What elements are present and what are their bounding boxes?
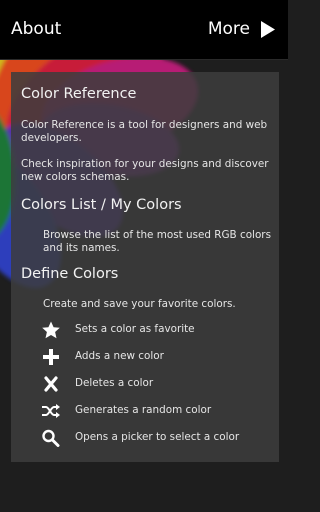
legend-row-delete: Deletes a color: [41, 374, 271, 394]
inspire-line2: new colors schemas.: [21, 171, 130, 183]
colors-list-desc-line2: and its names.: [43, 242, 120, 254]
about-panel: Color Reference Color Reference is a too…: [11, 72, 279, 462]
legend-label: Adds a new color: [75, 350, 164, 362]
title-colors-list: Colors List / My Colors: [21, 197, 182, 213]
legend-row-random: Generates a random color: [41, 401, 271, 421]
title-define-colors: Define Colors: [21, 266, 119, 282]
legend-label: Deletes a color: [75, 377, 154, 389]
inspire-line1: Check inspiration for your designs and d…: [21, 158, 269, 170]
define-colors-desc: Create and save your favorite colors.: [43, 298, 236, 310]
legend-label: Opens a picker to select a color: [75, 431, 240, 443]
more-label: More: [207, 19, 250, 39]
colors-list-desc-line1: Browse the list of the most used RGB col…: [43, 229, 271, 241]
play-arrow-icon: [261, 20, 275, 38]
close-icon: [41, 375, 61, 393]
star-icon: [41, 321, 61, 339]
action-bar: About More: [0, 0, 288, 60]
legend-row-favorite: Sets a color as favorite: [41, 320, 271, 340]
intro-desc-line2: developers.: [21, 132, 82, 144]
legend-label: Generates a random color: [75, 404, 212, 416]
shuffle-icon: [41, 402, 61, 420]
plus-icon: [41, 348, 61, 366]
about-tab[interactable]: About: [11, 19, 61, 39]
legend-row-picker: Opens a picker to select a color: [41, 428, 271, 448]
more-button[interactable]: More: [208, 19, 275, 39]
legend-row-add: Adds a new color: [41, 347, 271, 367]
title-color-reference: Color Reference: [21, 86, 137, 102]
search-icon: [41, 429, 61, 447]
legend-label: Sets a color as favorite: [75, 323, 195, 335]
intro-desc-line1: Color Reference is a tool for designers …: [21, 119, 268, 131]
